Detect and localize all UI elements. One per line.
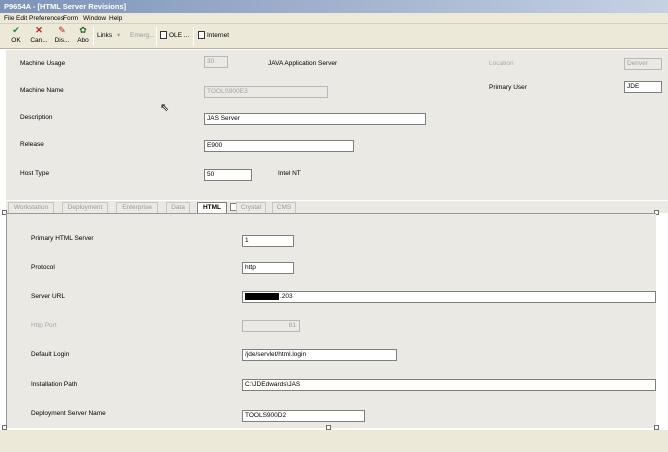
menu-bar: File Edit Preferences Form Window Help — [0, 13, 668, 24]
http-port-field: 81 — [242, 320, 300, 332]
deployment-server-label: Deployment Server Name — [31, 410, 106, 417]
mouse-cursor-icon: ⇖ — [160, 102, 170, 114]
machine-usage-field: 30 — [204, 56, 228, 68]
host-type-input[interactable]: 50 — [204, 169, 252, 181]
toolbar: ✔ OK ✕ Can... ✎ Dis... ✿ Abo Links ▾ Eme… — [0, 24, 668, 49]
tab-strip: Workstation Deployment Enterprise Data H… — [6, 201, 668, 213]
description-input[interactable]: JAS Server — [204, 113, 426, 125]
cancel-button[interactable]: ✕ Can... — [28, 25, 50, 48]
menu-window[interactable]: Window — [83, 13, 106, 24]
document-icon — [198, 31, 205, 40]
machine-name-label: Machine Name — [20, 87, 64, 94]
redacted-block — [245, 292, 279, 300]
default-login-label: Default Login — [31, 351, 70, 358]
header-panel: Machine Usage 30 JAVA Application Server… — [6, 50, 668, 200]
host-type-label: Host Type — [20, 170, 50, 177]
installation-path-label: Installation Path — [31, 381, 78, 388]
location-field: Denver — [624, 58, 662, 70]
menu-form[interactable]: Form — [63, 13, 78, 24]
server-url-input[interactable]: .203 — [242, 291, 656, 303]
tab-html[interactable]: HTML — [197, 202, 227, 213]
about-icon: ✿ — [79, 25, 87, 35]
document-icon — [160, 31, 167, 40]
emerg-button[interactable]: Emerg... — [130, 30, 155, 42]
server-url-label: Server URL — [31, 293, 65, 300]
toolbar-separator — [193, 27, 194, 46]
status-bar — [0, 430, 668, 452]
pin-icon: ✎ — [58, 25, 66, 35]
tab-crystal[interactable]: Crystal — [236, 202, 266, 213]
menu-edit[interactable]: Edit — [16, 13, 27, 24]
ole-button[interactable]: OLE ... — [160, 30, 189, 42]
http-port-label: Http Port — [31, 322, 57, 329]
menu-preferences[interactable]: Preferences — [29, 13, 64, 24]
release-label: Release — [20, 141, 44, 148]
menu-help[interactable]: Help — [109, 13, 122, 24]
machine-usage-label: Machine Usage — [20, 60, 66, 67]
window-title: P9654A - [HTML Server Revisions] — [0, 0, 668, 13]
tab-deployment[interactable]: Deployment — [62, 202, 108, 213]
about-button[interactable]: ✿ Abo — [72, 25, 94, 48]
deployment-server-input[interactable]: TOOLS900D2 — [242, 410, 365, 422]
primary-html-server-input[interactable]: 1 — [242, 235, 294, 247]
protocol-input[interactable]: http — [242, 262, 294, 274]
check-icon: ✔ — [12, 25, 20, 35]
tab-cms[interactable]: CMS — [272, 202, 296, 213]
toolbar-separator — [156, 27, 157, 46]
display-button[interactable]: ✎ Dis... — [51, 25, 73, 48]
primary-user-input[interactable]: JDE — [624, 81, 662, 93]
internet-button[interactable]: Internet — [198, 30, 229, 42]
default-login-input[interactable]: /jde/servlet/html.login — [242, 349, 397, 361]
description-label: Description — [20, 114, 53, 121]
x-icon: ✕ — [35, 25, 43, 35]
links-dropdown-icon[interactable]: ▾ — [117, 30, 120, 42]
primary-user-label: Primary User — [489, 84, 527, 91]
links-menu[interactable]: Links — [97, 30, 112, 42]
html-tab-panel: Primary HTML Server 1 Protocol http Serv… — [6, 213, 656, 428]
host-type-description: Intel NT — [278, 170, 301, 177]
location-label: Location — [489, 60, 514, 67]
ok-button[interactable]: ✔ OK — [5, 25, 27, 48]
primary-html-server-label: Primary HTML Server — [31, 235, 94, 242]
machine-name-field: TOOLS900E3 — [204, 86, 328, 98]
menu-file[interactable]: File — [4, 13, 14, 24]
machine-usage-description: JAVA Application Server — [268, 60, 338, 67]
protocol-label: Protocol — [31, 264, 55, 271]
installation-path-input[interactable]: C:\JDEdwards\JAS — [242, 379, 656, 391]
tab-workstation[interactable]: Workstation — [8, 202, 54, 213]
release-input[interactable]: E900 — [204, 140, 354, 152]
tab-data[interactable]: Data — [166, 202, 190, 213]
tab-enterprise[interactable]: Enterprise — [116, 202, 158, 213]
toolbar-separator — [93, 27, 94, 46]
